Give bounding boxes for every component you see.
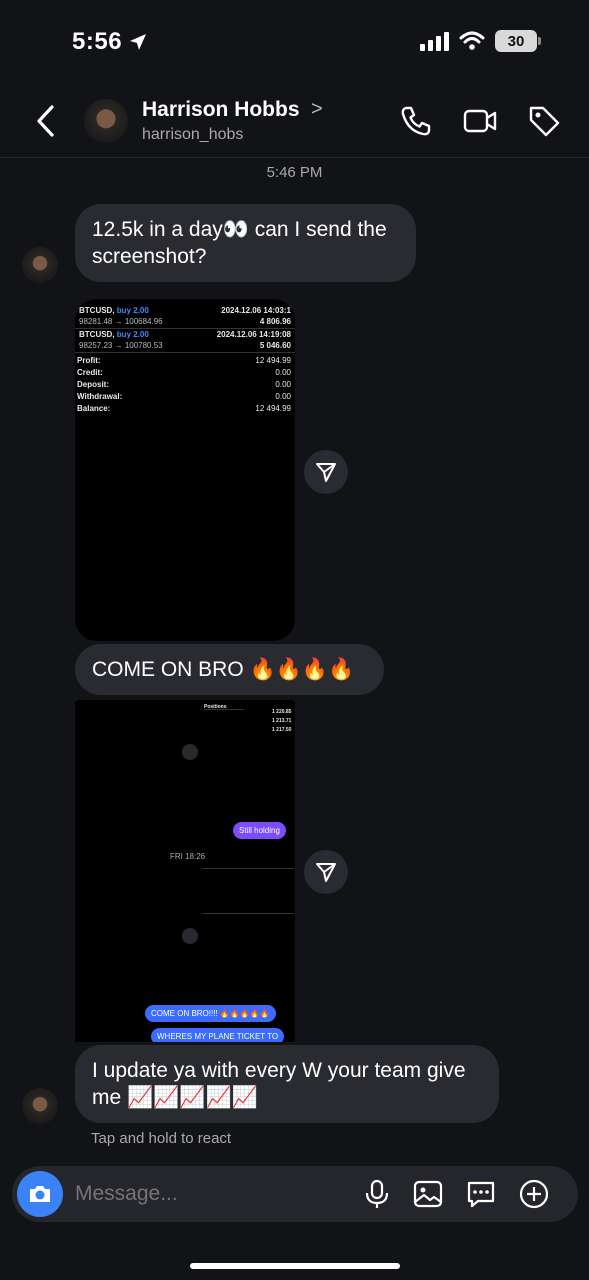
header-divider <box>0 157 589 158</box>
message-bubble-incoming[interactable]: 12.5k in a day👀 can I send the screensho… <box>75 204 416 282</box>
mini-bubble-outgoing: COME ON BRO!!!! 🔥🔥🔥🔥🔥 <box>145 1005 276 1022</box>
status-indicators: 30 <box>420 30 541 52</box>
contact-name[interactable]: Harrison Hobbs <box>142 98 300 122</box>
summary-value: 0.00 <box>275 380 291 389</box>
send-icon <box>316 463 336 482</box>
trade-2-title: BTCUSD, buy 2.00 <box>79 330 149 340</box>
message-timestamp: 5:46 PM <box>266 164 323 181</box>
contact-avatar[interactable] <box>84 99 128 143</box>
microphone-icon[interactable] <box>361 1178 393 1210</box>
trade-1-profit: 4 806.96 <box>259 317 291 326</box>
mini-share-icon <box>182 744 198 760</box>
trade-2-symbol: BTCUSD, <box>79 330 115 339</box>
image-attachment-trades[interactable]: BTCUSD, buy 2.00 2024.12.06 14:03:1 9828… <box>75 299 295 641</box>
summary-label: Credit: <box>77 368 103 377</box>
summary-value: 12 494.99 <box>255 404 291 413</box>
summary-label: Deposit: <box>77 380 109 389</box>
home-indicator <box>190 1263 400 1269</box>
summary-label: Profit: <box>77 356 101 365</box>
trade-1-prices: 98281.48 → 100684.96 <box>79 317 163 326</box>
share-button[interactable] <box>304 850 348 894</box>
signal-icon <box>420 31 449 51</box>
gallery-icon[interactable] <box>412 1178 444 1210</box>
wifi-icon <box>459 31 485 50</box>
summary-label: Withdrawal: <box>77 392 123 401</box>
trade-1-date: 2024.12.06 14:03:1 <box>221 306 291 315</box>
share-button[interactable] <box>304 450 348 494</box>
mini-share-icon <box>182 928 198 944</box>
summary-value: 12 494.99 <box>255 356 291 365</box>
back-arrow-icon[interactable] <box>34 104 60 138</box>
camera-button[interactable] <box>17 1171 63 1217</box>
trade-2-side: buy 2.00 <box>116 330 149 339</box>
mini-value: 1 217.50 <box>272 727 292 733</box>
status-time: 5:56 <box>72 28 148 56</box>
battery-icon: 30 <box>495 30 541 52</box>
location-arrow-icon <box>130 34 147 50</box>
trade-1-symbol: BTCUSD, <box>79 306 115 315</box>
mini-trade-lines <box>204 709 244 734</box>
trade-divider <box>75 352 295 353</box>
sender-avatar[interactable] <box>22 247 58 283</box>
trade-2-profit: 5 046.60 <box>259 341 291 350</box>
send-icon <box>316 863 336 882</box>
battery-level: 30 <box>507 32 525 50</box>
sticker-chat-icon[interactable] <box>465 1178 497 1210</box>
summary-value: 0.00 <box>275 368 291 377</box>
contact-username[interactable]: harrison_hobs <box>142 126 243 144</box>
trade-divider <box>75 328 295 329</box>
message-bubble-incoming[interactable]: COME ON BRO 🔥🔥🔥🔥 <box>75 644 384 695</box>
react-hint: Tap and hold to react <box>91 1130 232 1147</box>
message-bubble-incoming[interactable]: I update ya with every W your team give … <box>75 1045 499 1123</box>
camera-icon <box>30 1186 50 1202</box>
image-attachment-chat[interactable]: Positions 1 220.85 1 213.71 1 217.50 Sti… <box>75 700 295 1042</box>
trade-2-date: 2024.12.06 14:19:08 <box>216 330 291 339</box>
mini-day: FRI 18:26 <box>170 852 206 861</box>
summary-value: 0.00 <box>275 392 291 401</box>
status-time-text: 5:56 <box>72 28 123 55</box>
mini-bubble-outgoing: Still holding <box>233 822 286 839</box>
sender-avatar[interactable] <box>22 1088 58 1124</box>
phone-icon[interactable] <box>399 104 433 138</box>
trade-1-title: BTCUSD, buy 2.00 <box>79 306 149 316</box>
summary-label: Balance: <box>77 404 111 413</box>
tag-icon[interactable] <box>527 104 561 138</box>
chevron-right-icon[interactable]: > <box>311 98 323 121</box>
trade-2-prices: 98257.23 → 100780.53 <box>79 341 163 350</box>
mini-bubble-outgoing: WHERES MY PLANE TICKET TO <box>151 1028 285 1042</box>
video-call-icon[interactable] <box>463 104 497 138</box>
mini-trade-screenshot <box>202 868 294 914</box>
plus-icon[interactable] <box>518 1178 550 1210</box>
trade-1-side: buy 2.00 <box>116 306 149 315</box>
message-input[interactable] <box>75 1182 335 1206</box>
